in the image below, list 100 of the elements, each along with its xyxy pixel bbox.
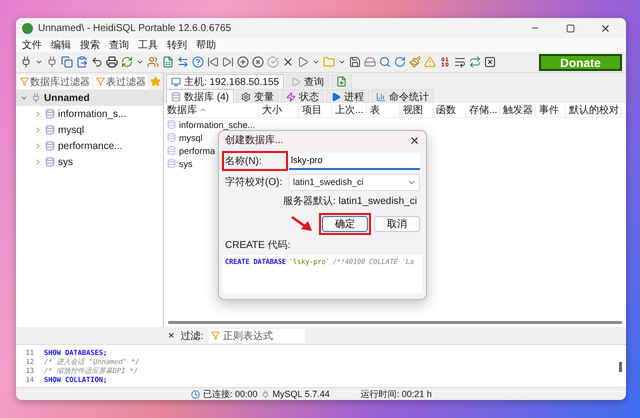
maximize-icon[interactable] bbox=[566, 24, 574, 32]
field-label: 字符校对(O): bbox=[225, 176, 284, 189]
column-header[interactable]: 默认的校对 bbox=[566, 103, 621, 117]
new-tab-icon bbox=[336, 76, 348, 87]
tab[interactable]: 查询 bbox=[286, 74, 330, 88]
status-text: MySQL 5.7.44 bbox=[272, 389, 330, 399]
tab[interactable]: 变量 bbox=[236, 89, 279, 103]
star-icon[interactable] bbox=[150, 76, 161, 87]
cancel-button[interactable]: 取消 bbox=[374, 216, 420, 232]
tree-item[interactable]: mysql bbox=[16, 122, 163, 138]
tab[interactable]: 状态 bbox=[281, 89, 324, 103]
close-icon[interactable] bbox=[409, 134, 420, 146]
column-header[interactable]: 视图 bbox=[400, 103, 433, 117]
tree-item[interactable]: information_s... bbox=[16, 106, 163, 122]
menu-item[interactable]: 文件 bbox=[22, 38, 42, 52]
status-text: 运行时间: 00:21 h bbox=[360, 388, 432, 400]
menu-item[interactable]: 查询 bbox=[109, 38, 129, 52]
menu-item[interactable]: 搜索 bbox=[80, 38, 100, 52]
tab[interactable]: 数据库 (4) bbox=[166, 89, 234, 103]
expand-icon[interactable] bbox=[34, 158, 42, 166]
collation-dropdown[interactable]: latin1_swedish_ci bbox=[289, 174, 420, 190]
filter-label: 过滤: bbox=[180, 330, 204, 342]
close-icon[interactable] bbox=[600, 22, 610, 34]
column-header[interactable]: 触发器 bbox=[500, 103, 536, 117]
filter-field[interactable]: 表过滤器 bbox=[94, 74, 148, 88]
tree-item[interactable]: sys bbox=[16, 154, 163, 170]
paste-icon[interactable] bbox=[76, 56, 88, 68]
plug-icon[interactable] bbox=[46, 56, 58, 68]
filter-field[interactable]: 数据库过滤器 bbox=[18, 74, 92, 88]
connection-icon bbox=[31, 93, 41, 103]
tab[interactable]: 主机: 192.168.50.155 bbox=[166, 74, 284, 88]
plug-icon[interactable] bbox=[20, 56, 32, 68]
database-icon bbox=[167, 159, 176, 168]
filter-icon bbox=[96, 77, 105, 86]
skip-back-icon[interactable] bbox=[207, 56, 219, 68]
wrap-icon[interactable] bbox=[454, 56, 466, 68]
copy-icon[interactable] bbox=[61, 56, 73, 68]
close-filter-button[interactable]: × bbox=[168, 330, 174, 342]
status-text: 已连接: 00:00 bbox=[203, 388, 258, 400]
undo-icon[interactable] bbox=[91, 56, 103, 68]
database-icon bbox=[167, 133, 176, 142]
field-label: 名称(N): bbox=[225, 155, 263, 168]
x-circle-icon[interactable] bbox=[252, 56, 264, 68]
close-square-icon[interactable] bbox=[484, 56, 496, 68]
database-icon bbox=[167, 146, 176, 155]
printer-icon[interactable] bbox=[106, 56, 118, 68]
play-icon bbox=[291, 76, 302, 86]
table-cell: sys bbox=[179, 158, 192, 168]
tree-item[interactable]: Unnamed bbox=[16, 90, 163, 106]
clock-icon bbox=[191, 390, 200, 398]
scrollbar[interactable] bbox=[168, 321, 622, 324]
tab[interactable]: 命令统计 bbox=[371, 89, 434, 103]
plus-circle-icon[interactable] bbox=[237, 56, 249, 68]
menu-item[interactable]: 工具 bbox=[138, 38, 158, 52]
column-header[interactable]: 函数 bbox=[433, 103, 466, 117]
column-header[interactable]: 数据库 bbox=[164, 103, 259, 117]
column-header[interactable]: 事件 bbox=[536, 103, 566, 117]
scrollbar[interactable] bbox=[619, 362, 622, 372]
ok-button[interactable]: 确定 bbox=[322, 216, 368, 232]
caret-icon[interactable] bbox=[136, 58, 144, 66]
sort-icon bbox=[199, 106, 207, 114]
expand-icon[interactable] bbox=[34, 126, 42, 134]
binary-icon[interactable] bbox=[439, 56, 451, 68]
rotate-icon[interactable] bbox=[394, 56, 406, 68]
expand-icon[interactable] bbox=[20, 94, 28, 102]
name-input-field[interactable]: lsky-pro bbox=[289, 152, 420, 170]
column-header[interactable]: 上次... bbox=[332, 103, 367, 117]
regex-filter-field[interactable]: 正则表达式 bbox=[209, 328, 306, 342]
tree-item[interactable]: performance... bbox=[16, 138, 163, 154]
filter-icon bbox=[211, 331, 220, 340]
play-icon bbox=[331, 92, 341, 102]
menu-item[interactable]: 帮助 bbox=[196, 38, 216, 52]
menu-item[interactable]: 转到 bbox=[167, 38, 187, 52]
help-icon[interactable] bbox=[192, 56, 204, 68]
tab[interactable] bbox=[331, 74, 352, 88]
expand-icon[interactable] bbox=[34, 142, 42, 150]
tab[interactable]: 进程 bbox=[326, 89, 369, 103]
column-header[interactable]: 表 bbox=[367, 103, 400, 117]
caret-icon[interactable] bbox=[338, 58, 346, 66]
search-icon[interactable] bbox=[379, 56, 391, 68]
column-header[interactable]: 项目 bbox=[299, 103, 332, 117]
column-header[interactable]: 存储... bbox=[466, 103, 500, 117]
placeholder-text: 表过滤器 bbox=[106, 76, 146, 88]
save-icon[interactable] bbox=[349, 56, 361, 68]
database-icon bbox=[45, 109, 55, 119]
caret-icon[interactable] bbox=[35, 58, 43, 66]
drive-icon[interactable] bbox=[364, 56, 376, 68]
expand-icon[interactable] bbox=[34, 110, 42, 118]
dialog-title: 创建数据库... bbox=[225, 134, 284, 147]
menu-item[interactable]: 编辑 bbox=[51, 38, 71, 52]
close-icon[interactable] bbox=[282, 56, 294, 68]
spreadsheet-icon[interactable] bbox=[162, 56, 174, 68]
skip-forward-icon[interactable] bbox=[222, 56, 234, 68]
table-cell: information_sche... bbox=[179, 120, 256, 130]
play-icon[interactable] bbox=[297, 56, 309, 68]
column-header[interactable]: 大小 bbox=[259, 103, 299, 117]
brush-icon[interactable] bbox=[409, 56, 421, 68]
check-circle-icon[interactable] bbox=[267, 56, 279, 68]
arrows-icon[interactable] bbox=[177, 56, 189, 68]
caret-icon[interactable] bbox=[312, 58, 320, 66]
